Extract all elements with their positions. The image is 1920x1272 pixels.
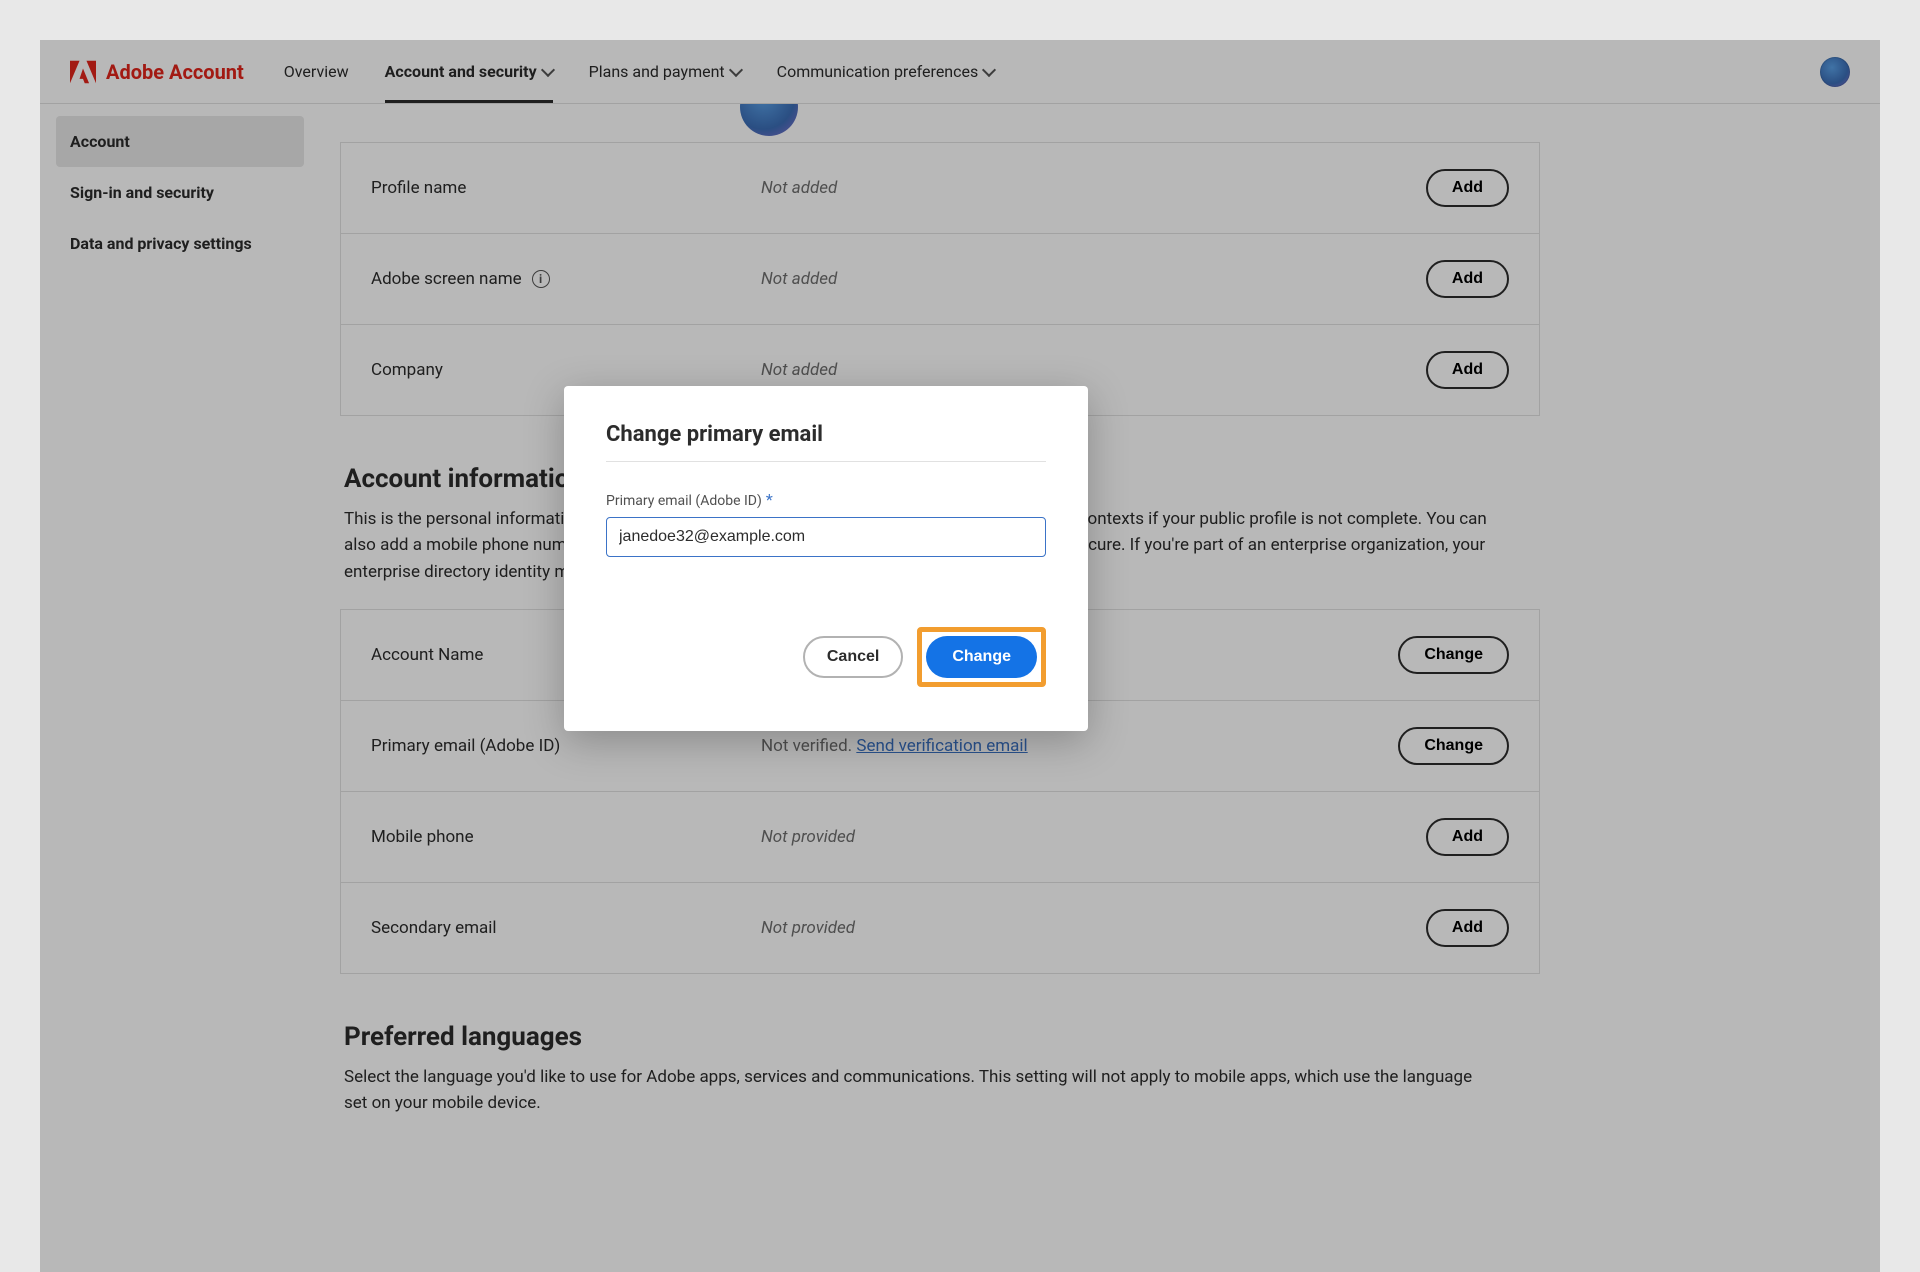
change-email-modal: Change primary email Primary email (Adob…: [564, 386, 1088, 731]
primary-email-input[interactable]: [606, 517, 1046, 557]
modal-title: Change primary email: [606, 422, 1046, 462]
cancel-button[interactable]: Cancel: [803, 636, 903, 678]
modal-actions: Cancel Change: [606, 627, 1046, 687]
tutorial-highlight: Change: [917, 627, 1046, 687]
change-button[interactable]: Change: [926, 636, 1037, 678]
modal-field-label: Primary email (Adobe ID)*: [606, 490, 1046, 509]
app-window: Adobe Account Overview Account and secur…: [40, 40, 1880, 1272]
modal-field-label-text: Primary email (Adobe ID): [606, 493, 762, 509]
required-asterisk-icon: *: [766, 490, 773, 509]
